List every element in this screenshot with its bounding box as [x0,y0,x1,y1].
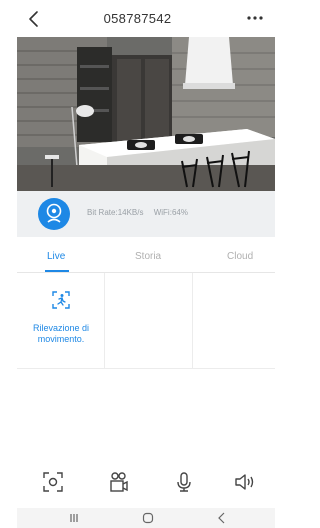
more-horizontal-icon[interactable] [243,8,267,28]
feature-grid: Rilevazione di movimento. [17,273,275,369]
tab-live[interactable]: Live [47,251,65,262]
speaker-icon[interactable] [233,470,257,494]
empty-tile [193,273,275,369]
tab-cloud[interactable]: Cloud [227,251,253,262]
video-record-icon[interactable] [107,470,131,494]
camera-status-bar: Bit Rate:14KB/s WiFi:64% [17,191,275,237]
empty-tile [105,273,193,369]
bitrate-label: Bit Rate:14KB/s [87,208,144,217]
screenshot-icon[interactable] [41,470,65,494]
motion-detection-tile[interactable]: Rilevazione di movimento. [17,273,105,369]
motion-detection-icon [51,290,71,310]
camera-icon[interactable] [38,198,70,230]
tab-storia[interactable]: Storia [135,251,161,262]
motion-detection-label: Rilevazione di movimento. [32,323,90,344]
back-icon[interactable] [215,511,229,525]
page-title: 058787542 [103,11,172,26]
camera-live-video[interactable] [17,37,275,191]
stream-stats: Bit Rate:14KB/s WiFi:64% [87,208,196,217]
tab-bar: Live Storia Cloud [17,243,275,273]
bottom-toolbar [17,470,275,498]
home-icon[interactable] [141,511,155,525]
top-bar: 058787542 [0,0,275,37]
wifi-label: WiFi:64% [153,208,188,217]
microphone-icon[interactable] [172,470,196,494]
system-navigation-bar [17,508,275,528]
recent-apps-icon[interactable] [67,511,81,525]
tab-active-indicator [45,270,69,272]
